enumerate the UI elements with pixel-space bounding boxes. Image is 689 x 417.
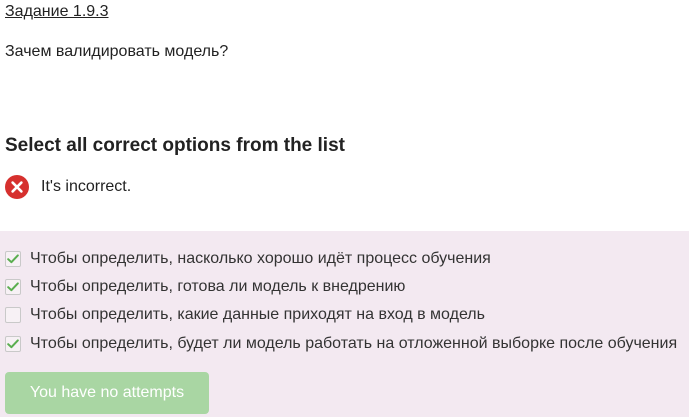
option-checkbox[interactable] — [5, 307, 21, 323]
option-item[interactable]: Чтобы определить, насколько хорошо идёт … — [5, 248, 491, 270]
feedback-message: It's incorrect. — [5, 174, 131, 200]
task-link[interactable]: Задание 1.9.3 — [5, 2, 109, 22]
option-label: Чтобы определить, насколько хорошо идёт … — [30, 250, 491, 267]
option-label: Чтобы определить, будет ли модель работа… — [30, 335, 678, 352]
close-circle-icon — [5, 175, 29, 199]
option-item[interactable]: Чтобы определить, готова ли модель к вне… — [5, 276, 405, 298]
option-item[interactable]: Чтобы определить, какие данные приходят … — [5, 304, 485, 326]
option-item[interactable]: Чтобы определить, будет ли модель работа… — [5, 333, 677, 355]
checkmark-icon — [7, 254, 19, 264]
option-label: Чтобы определить, какие данные приходят … — [30, 306, 485, 323]
submit-button[interactable]: You have no attempts — [5, 372, 209, 414]
option-checkbox[interactable] — [5, 251, 21, 267]
question-text: Зачем валидировать модель? — [5, 43, 229, 60]
checkmark-icon — [7, 339, 19, 349]
instruction-heading: Select all correct options from the list — [5, 135, 345, 156]
option-checkbox[interactable] — [5, 336, 21, 352]
feedback-text: It's incorrect. — [41, 178, 132, 195]
option-checkbox[interactable] — [5, 279, 21, 295]
options-panel: Чтобы определить, насколько хорошо идёт … — [0, 231, 689, 417]
checkmark-icon — [7, 282, 19, 292]
option-label: Чтобы определить, готова ли модель к вне… — [30, 278, 406, 295]
